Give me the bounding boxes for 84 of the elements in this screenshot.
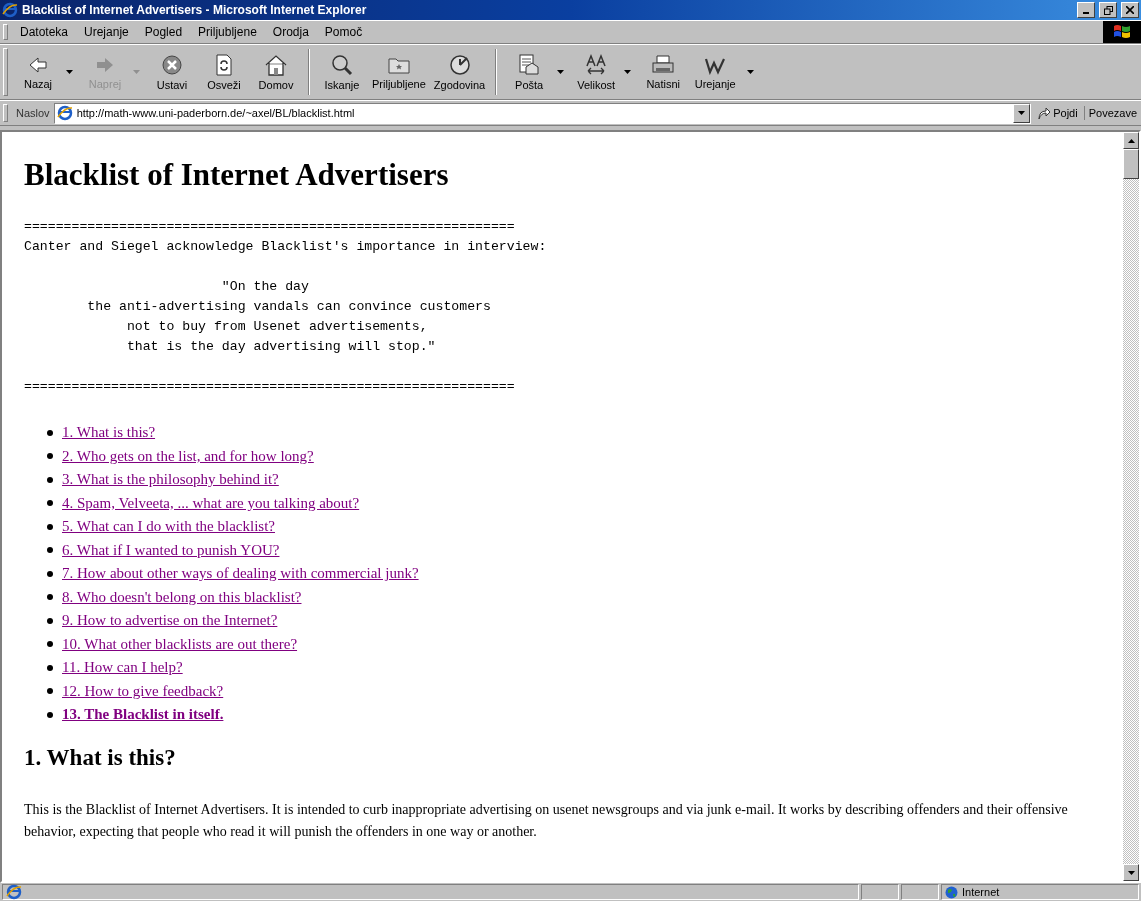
browser-logo-icon — [6, 884, 22, 900]
dropdown-button[interactable] — [1013, 103, 1031, 123]
section-heading: 1. What is this? — [24, 744, 177, 771]
font-size-icon — [584, 53, 609, 76]
caret-icon — [624, 70, 632, 74]
bullet-icon — [47, 594, 53, 601]
link[interactable]: 10. What other blacklists are out there? — [62, 635, 298, 653]
link[interactable]: 9. How to advertise on the Internet? — [62, 612, 278, 630]
bullet-icon — [47, 570, 53, 577]
menu-item[interactable]: Pomoč — [316, 22, 371, 42]
toolbar-button[interactable]: Osveži — [198, 51, 250, 93]
stop-icon — [161, 53, 183, 76]
toolbar-button[interactable]: Domov — [250, 51, 302, 93]
caret-icon — [133, 70, 140, 74]
page-heading: Blacklist of Internet Advertisers — [24, 157, 450, 193]
windows-logo-icon — [1103, 21, 1141, 43]
scroll-up-icon — [1127, 138, 1135, 143]
toolbar-button[interactable]: Pošta — [503, 51, 571, 93]
browser-logo-icon — [2, 2, 18, 18]
bullet-icon — [47, 476, 53, 483]
toolbar-button[interactable]: Urejanje — [689, 52, 742, 92]
scrollbar[interactable] — [1123, 132, 1139, 881]
refresh-icon — [215, 53, 233, 76]
caret-icon — [66, 70, 73, 74]
bullet-icon — [47, 617, 53, 624]
restore-button[interactable] — [1099, 2, 1117, 18]
restore-icon — [1103, 5, 1113, 15]
link[interactable]: 4. Spam, Velveeta, ... what are you talking about? — [62, 494, 360, 512]
link[interactable]: 11. How can I help? — [62, 659, 183, 677]
link[interactable]: 3. What is the philosophy behind it? — [62, 471, 279, 489]
bullet-icon — [47, 547, 53, 554]
links-button[interactable]: Povezave — [1084, 107, 1141, 119]
home-icon — [264, 53, 288, 76]
menu-item[interactable]: Priljubljene — [190, 22, 265, 42]
close-icon — [1126, 6, 1134, 14]
back-arrow-icon — [27, 54, 49, 75]
browser-logo-icon — [56, 105, 73, 121]
toolbar-button[interactable]: Iskanje — [316, 51, 368, 93]
search-icon — [330, 53, 354, 76]
bullet-icon — [47, 711, 53, 718]
minimize-button[interactable] — [1077, 2, 1095, 18]
window-title: Blacklist of Internet Advertisers - Microsoft Internet Explorer — [22, 3, 368, 17]
bullet-icon — [47, 688, 53, 695]
caret-icon — [1018, 111, 1026, 115]
link[interactable]: 1. What is this? — [62, 424, 156, 442]
globe-icon — [945, 885, 958, 899]
mail-icon — [518, 53, 541, 76]
bullet-icon — [47, 523, 53, 530]
address-label: Naslov — [15, 107, 51, 119]
clock-icon — [448, 53, 471, 76]
paragraph: This is the Blacklist of Internet Advertisers. It is intended to curb inappropriate advertising on usenet newsgroups and via junk e-mail. It works by describing offenders and their offensive behavior, expecting that people who read it will punish the offenders in one way or another. — [24, 800, 1069, 841]
link[interactable]: 6. What if I wanted to punish YOU? — [62, 541, 280, 559]
bullet-icon — [47, 664, 53, 671]
zone-label: Internet — [962, 886, 1000, 898]
link[interactable]: 13. The Blacklist in itself. — [62, 706, 224, 724]
link[interactable]: 7. How about other ways of dealing with commercial junk? — [62, 565, 419, 583]
bullet-icon — [47, 641, 53, 648]
menu-item[interactable]: Urejanje — [76, 22, 137, 42]
scroll-thumb[interactable] — [1123, 149, 1139, 179]
link[interactable]: 8. Who doesn't belong on this blacklist? — [62, 588, 302, 606]
toolbar-button[interactable]: Natisni — [637, 52, 690, 92]
bullet-icon — [47, 500, 53, 507]
link[interactable]: 2. Who gets on the list, and for how long? — [62, 447, 314, 465]
menu-item[interactable]: Orodja — [264, 22, 317, 42]
menu-item[interactable]: Datoteka — [12, 22, 77, 42]
close-button[interactable] — [1121, 2, 1139, 18]
caret-icon — [557, 70, 565, 74]
go-button[interactable]: Pojdi — [1031, 106, 1085, 120]
toolbar-button[interactable]: Zgodovina — [429, 51, 490, 93]
go-arrow-icon — [1037, 106, 1052, 120]
printer-icon — [651, 54, 676, 75]
menu-item[interactable]: Pogled — [136, 22, 191, 42]
bullet-icon — [47, 429, 53, 436]
scroll-down-icon — [1127, 870, 1135, 875]
toolbar-button[interactable]: Velikost — [570, 51, 638, 93]
link[interactable]: 5. What can I do with the blacklist? — [62, 518, 275, 536]
quote-text: ============================================================== Canter and Siegel acknowledge Blacklist's importance in interview: "On the day the anti-advertising vandals can convince customers not to buy from Usenet advertisements, that is the day advertising will stop." ============================================================== — [24, 218, 548, 396]
address-field[interactable]: http://math-www.uni-paderborn.de/~axel/BL/blacklist.html — [53, 102, 1032, 124]
toolbar-button[interactable]: Ustavi — [146, 51, 198, 93]
link[interactable]: 12. How to give feedback? — [62, 682, 224, 700]
bullet-icon — [47, 453, 53, 460]
caret-icon — [747, 70, 755, 74]
toolbar-button[interactable]: Priljubljene — [368, 52, 430, 92]
toolbar-button[interactable]: Nazaj — [12, 52, 79, 92]
